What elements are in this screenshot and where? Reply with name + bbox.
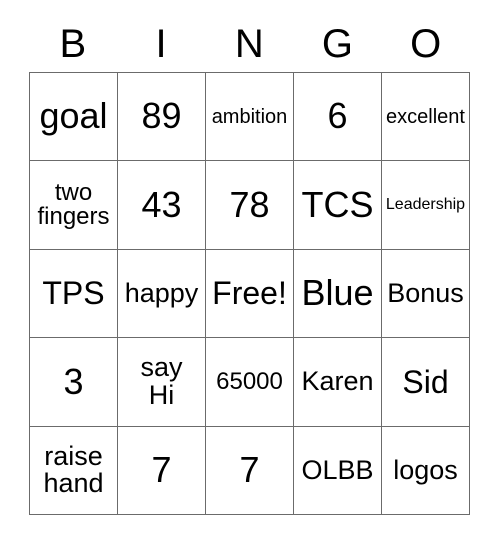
bingo-cell-g5[interactable]: OLBB (294, 426, 382, 516)
bingo-cell-label: raise hand (43, 440, 104, 499)
bingo-row-2: two fingers 43 78 TCS Leadership (30, 161, 470, 250)
bingo-row-1: goal 89 ambition 6 excellent (30, 73, 470, 162)
bingo-cell-n5[interactable]: 7 (206, 426, 294, 516)
bingo-cell-n2[interactable]: 78 (206, 161, 294, 250)
bingo-cell-label: say Hi (140, 352, 183, 410)
bingo-cell-label: 3 (63, 360, 84, 402)
bingo-cell-label: TPS (42, 275, 105, 312)
bingo-cell-g3[interactable]: Blue (294, 249, 382, 339)
bingo-header-letter-o: O (410, 22, 442, 66)
bingo-cell-label: Free! (212, 275, 287, 312)
bingo-cell-b3[interactable]: TPS (30, 249, 118, 339)
bingo-row-4: 3 say Hi 65000 Karen Sid (30, 338, 470, 427)
bingo-cell-label: ambition (211, 105, 288, 128)
bingo-card: B I N G O goal 89 ambition 6 excellent t… (0, 0, 500, 544)
bingo-cell-o5[interactable]: logos (382, 426, 470, 516)
bingo-cell-i3[interactable]: happy (118, 249, 206, 339)
bingo-cell-i5[interactable]: 7 (118, 426, 206, 516)
bingo-cell-b4[interactable]: 3 (30, 338, 118, 427)
bingo-cell-label: logos (393, 454, 458, 485)
bingo-cell-label: 7 (239, 448, 260, 490)
bingo-header-letter-i: I (155, 22, 168, 66)
bingo-grid: goal 89 ambition 6 excellent two fingers… (29, 72, 470, 516)
bingo-header-letter-g: G (321, 22, 354, 66)
bingo-cell-o1[interactable]: excellent (382, 73, 470, 162)
bingo-cell-label: TCS (301, 183, 374, 225)
bingo-cell-label: Leadership (385, 195, 466, 213)
bingo-cell-o4[interactable]: Sid (382, 338, 470, 427)
bingo-header-row: B I N G O (29, 16, 470, 72)
bingo-cell-label: goal (39, 95, 108, 137)
bingo-cell-label: two fingers (37, 178, 110, 231)
bingo-cell-g1[interactable]: 6 (294, 73, 382, 162)
bingo-cell-label: 7 (151, 448, 172, 490)
bingo-cell-label: excellent (386, 105, 465, 128)
bingo-cell-label: 6 (327, 95, 348, 137)
bingo-cell-label: 78 (229, 183, 270, 225)
bingo-cell-label: Karen (301, 366, 374, 397)
bingo-cell-label: 89 (141, 95, 182, 137)
bingo-row-5: raise hand 7 7 OLBB logos (30, 426, 470, 516)
bingo-cell-o2[interactable]: Leadership (382, 161, 470, 250)
bingo-cell-label: Sid (402, 363, 449, 400)
bingo-row-3: TPS happy Free! Blue Bonus (30, 249, 470, 339)
bingo-cell-b2[interactable]: two fingers (30, 161, 118, 250)
bingo-cell-n1[interactable]: ambition (206, 73, 294, 162)
bingo-cell-label: Bonus (387, 277, 464, 308)
bingo-cell-g4[interactable]: Karen (294, 338, 382, 427)
bingo-cell-label: 65000 (216, 367, 283, 395)
bingo-cell-g2[interactable]: TCS (294, 161, 382, 250)
bingo-cell-b5[interactable]: raise hand (30, 426, 118, 516)
bingo-cell-label: OLBB (301, 454, 374, 485)
bingo-cell-o3[interactable]: Bonus (382, 249, 470, 339)
bingo-cell-i2[interactable]: 43 (118, 161, 206, 250)
bingo-cell-free-space[interactable]: Free! (206, 249, 294, 339)
bingo-header-letter-n: N (234, 22, 265, 66)
bingo-header-letter-b: B (59, 22, 87, 66)
bingo-cell-i1[interactable]: 89 (118, 73, 206, 162)
bingo-cell-label: happy (124, 277, 199, 308)
bingo-cell-label: 43 (141, 183, 182, 225)
bingo-cell-b1[interactable]: goal (30, 73, 118, 162)
bingo-cell-i4[interactable]: say Hi (118, 338, 206, 427)
bingo-cell-n4[interactable]: 65000 (206, 338, 294, 427)
bingo-cell-label: Blue (301, 272, 374, 314)
